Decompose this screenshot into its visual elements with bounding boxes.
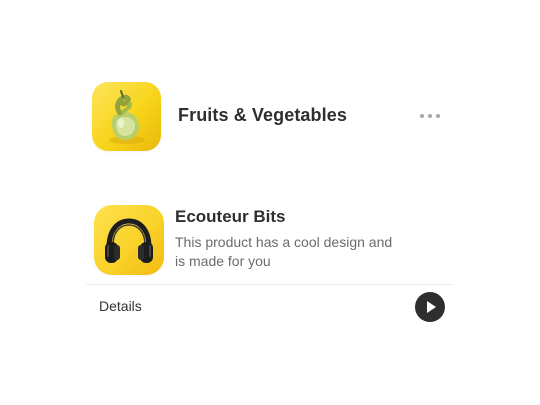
canvas: Fruits & Vegetables Ecouteur Bits This p…	[0, 0, 540, 405]
play-button[interactable]	[415, 292, 445, 322]
more-horizontal-icon	[420, 114, 424, 118]
play-icon	[427, 301, 436, 313]
more-dot	[428, 114, 432, 118]
category-card-fruits[interactable]: Fruits & Vegetables	[92, 82, 452, 152]
details-link[interactable]: Details	[99, 298, 142, 314]
product-description: This product has a cool design and is ma…	[175, 234, 393, 269]
headphones-icon	[94, 205, 164, 275]
product-card-ecouteur: Ecouteur Bits This product has a cool de…	[86, 203, 454, 328]
product-title: Ecouteur Bits	[175, 207, 286, 226]
category-title: Fruits & Vegetables	[178, 105, 347, 125]
more-options-button[interactable]	[412, 106, 448, 126]
more-dot	[436, 114, 440, 118]
divider	[86, 284, 454, 285]
pear-fruit-icon	[92, 82, 161, 151]
